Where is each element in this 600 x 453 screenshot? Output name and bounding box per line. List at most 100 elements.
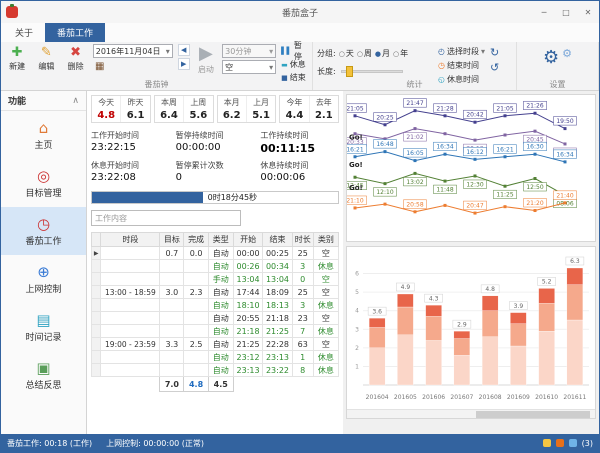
table-row[interactable]: 自动23:1323:228休息 — [92, 364, 339, 377]
settings-button[interactable]: ⚙ ⚙ — [535, 44, 580, 79]
sidebar-item-internet-control[interactable]: ⊕ 上网控制 — [1, 255, 86, 303]
table-row[interactable]: 自动21:1821:257休息 — [92, 325, 339, 338]
work-content-input[interactable] — [91, 210, 241, 226]
sidebar-header: 功能 — [8, 94, 26, 107]
select-period-dropdown[interactable]: ◴ 选择时段 ▾ — [438, 46, 485, 57]
cell-done: 2.5 — [184, 338, 208, 351]
svg-text:21:40: 21:40 — [556, 192, 573, 199]
svg-text:4.3: 4.3 — [429, 295, 439, 302]
svg-text:Go!: Go! — [349, 184, 363, 192]
svg-text:16:21: 16:21 — [496, 146, 513, 153]
svg-text:201610: 201610 — [535, 394, 558, 401]
table-row[interactable]: 自动18:1018:133休息 — [92, 299, 339, 312]
pause-button[interactable]: ▌▌ 暂停 — [281, 44, 308, 57]
sidebar-item-time-log[interactable]: ▤ 时间记录 — [1, 303, 86, 351]
row-selector[interactable] — [92, 325, 101, 338]
time-line-chart: 21:0520:2521:4721:2820:4221:0521:2619:50… — [346, 94, 596, 242]
column-header[interactable]: 完成 — [184, 233, 208, 247]
undo-icon[interactable]: ↺ — [490, 62, 499, 73]
gear-small-icon: ⚙ — [562, 47, 572, 60]
cell-done — [184, 312, 208, 325]
row-selector[interactable] — [92, 312, 101, 325]
table-row[interactable]: 13:00 - 18:593.02.3自动17:4418:0925空 — [92, 286, 339, 299]
session-info: 工作开始时间23:22:15 暂停持续时间00:00:00 工作持续时间00:1… — [91, 130, 339, 183]
row-selector[interactable] — [92, 286, 101, 299]
delete-button[interactable]: ✖ 删除 — [64, 44, 88, 79]
svg-text:16:48: 16:48 — [376, 141, 393, 148]
radio-month[interactable]: ●月 — [375, 48, 390, 59]
start-button[interactable]: ▶ 启动 — [195, 44, 217, 79]
cell-cat: 休息 — [313, 364, 338, 377]
scrollbar-thumb[interactable] — [476, 411, 590, 418]
cell-start: 17:44 — [233, 286, 262, 299]
slider-thumb[interactable] — [346, 66, 353, 77]
row-selector[interactable] — [92, 299, 101, 312]
collapse-icon[interactable]: ∧ — [72, 96, 79, 106]
svg-text:16:12: 16:12 — [466, 149, 483, 156]
refresh-icon[interactable]: ↻ — [490, 47, 499, 58]
column-header[interactable]: 类型 — [208, 233, 233, 247]
tray-icon-blue[interactable] — [569, 439, 577, 447]
edit-button[interactable]: ✎ 编辑 — [34, 44, 58, 79]
table-row[interactable]: 19:00 - 23:593.32.5自动21:2522:2863空 — [92, 338, 339, 351]
ribbon-group-pomodoro: ✚ 新建 ✎ 编辑 ✖ 删除 2016年11月04日 ▾ ▦ ◀ ▶ — [1, 42, 313, 90]
row-selector[interactable] — [92, 260, 101, 273]
svg-text:16:34: 16:34 — [436, 144, 453, 151]
table-row[interactable]: 自动20:5521:1823空 — [92, 312, 339, 325]
radio-day[interactable]: ○天 — [339, 48, 354, 59]
cell-mins: 25 — [292, 247, 313, 260]
total-cell: 4.5 — [208, 377, 233, 392]
group-label-stats: 统计 — [313, 79, 516, 90]
sidebar-item-goals[interactable]: ◎ 目标管理 — [1, 159, 86, 207]
tab-pomodoro-work[interactable]: 番茄工作 — [45, 23, 105, 42]
tab-about[interactable]: 关于 — [3, 23, 45, 42]
cell-end: 18:09 — [263, 286, 292, 299]
sidebar-item-pomodoro-work[interactable]: ◷ 番茄工作 — [1, 207, 86, 255]
column-header[interactable]: 类别 — [313, 233, 338, 247]
chart-scrollbar[interactable] — [347, 409, 595, 418]
cell-done — [184, 260, 208, 273]
column-header[interactable]: 开始 — [233, 233, 262, 247]
row-selector[interactable] — [92, 351, 101, 364]
date-picker[interactable]: 2016年11月04日 ▾ — [93, 44, 173, 58]
table-row[interactable]: ▶0.70.0自动00:0000:2525空 — [92, 247, 339, 260]
table-row[interactable]: 手动13:0413:040空 — [92, 273, 339, 286]
svg-text:21:05: 21:05 — [347, 105, 364, 112]
sidebar-item-review[interactable]: ▣ 总结反思 — [1, 351, 86, 399]
cell-period — [101, 325, 160, 338]
duration-select[interactable]: 30分钟 ▾ — [222, 44, 276, 58]
tray-icon-orange[interactable] — [556, 439, 564, 447]
row-selector[interactable] — [92, 273, 101, 286]
rest-button[interactable]: ▬ 休息 — [281, 59, 308, 70]
task-select[interactable]: 空 ▾ — [222, 60, 276, 74]
table-row[interactable]: 自动23:1223:131休息 — [92, 351, 339, 364]
row-selector[interactable]: ▶ — [92, 247, 101, 260]
row-selector[interactable] — [92, 338, 101, 351]
cell-mins: 0 — [292, 273, 313, 286]
column-header[interactable]: 时段 — [101, 233, 160, 247]
length-slider[interactable] — [341, 70, 403, 73]
table-row[interactable]: 自动00:2600:343休息 — [92, 260, 339, 273]
bulb-icon[interactable] — [543, 439, 551, 447]
cell-period — [101, 312, 160, 325]
svg-text:6: 6 — [355, 271, 359, 278]
calendar-icon[interactable]: ▦ — [93, 60, 107, 73]
cell-period — [101, 364, 160, 377]
column-header[interactable]: 结束 — [263, 233, 292, 247]
svg-text:20:25: 20:25 — [376, 114, 393, 121]
globe-icon: ⊕ — [37, 264, 50, 280]
svg-text:201607: 201607 — [450, 394, 473, 401]
rest-icon: ▬ — [281, 61, 288, 69]
new-button[interactable]: ✚ 新建 — [5, 44, 29, 79]
row-selector[interactable] — [92, 364, 101, 377]
sidebar-item-home[interactable]: ⌂ 主页 — [1, 111, 86, 159]
next-day-button[interactable]: ▶ — [178, 58, 190, 70]
prev-day-button[interactable]: ◀ — [178, 44, 190, 56]
radio-year[interactable]: ○年 — [393, 48, 408, 59]
column-header[interactable]: 时长 — [292, 233, 313, 247]
end-time-toggle[interactable]: ◷ 结束时间 — [438, 60, 485, 71]
column-header[interactable]: 目标 — [160, 233, 184, 247]
radio-week[interactable]: ○周 — [357, 48, 372, 59]
radio-selected-icon: ● — [375, 50, 381, 58]
cell-cat: 空 — [313, 286, 338, 299]
